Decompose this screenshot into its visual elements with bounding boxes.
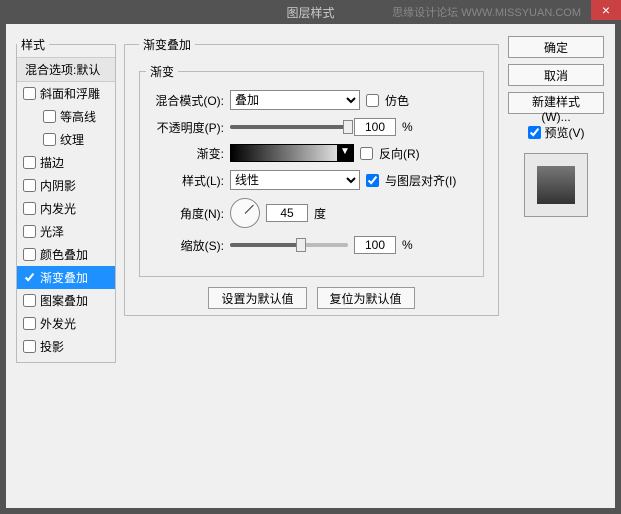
style-item[interactable]: 渐变叠加 bbox=[17, 266, 115, 289]
style-label: 样式(L): bbox=[146, 172, 224, 189]
angle-label: 角度(N): bbox=[146, 205, 224, 222]
reset-default-button[interactable]: 复位为默认值 bbox=[317, 287, 415, 309]
close-button[interactable]: × bbox=[591, 0, 621, 20]
style-item[interactable]: 内阴影 bbox=[17, 174, 115, 197]
style-item[interactable]: 颜色叠加 bbox=[17, 243, 115, 266]
gradient-picker[interactable]: ▼ bbox=[230, 144, 354, 162]
styles-fieldset: 样式 混合选项:默认 斜面和浮雕等高线纹理描边内阴影内发光光泽颜色叠加渐变叠加图… bbox=[16, 36, 116, 363]
preview-inner bbox=[537, 166, 575, 204]
align-checkbox[interactable] bbox=[366, 174, 379, 187]
watermark-text: 思缘设计论坛 WWW.MISSYUAN.COM bbox=[392, 4, 581, 20]
scale-label: 缩放(S): bbox=[146, 237, 224, 254]
opacity-input[interactable] bbox=[354, 118, 396, 136]
opacity-slider[interactable] bbox=[230, 125, 348, 129]
style-item-checkbox[interactable] bbox=[43, 133, 56, 146]
style-item[interactable]: 斜面和浮雕 bbox=[17, 82, 115, 105]
style-select[interactable]: 线性 bbox=[230, 170, 360, 190]
scale-slider[interactable] bbox=[230, 243, 348, 247]
blend-mode-label: 混合模式(O): bbox=[146, 92, 224, 109]
style-item-checkbox[interactable] bbox=[23, 340, 36, 353]
action-panel: 确定 取消 新建样式(W)... 预览(V) bbox=[507, 36, 605, 496]
style-item-label: 内发光 bbox=[40, 200, 76, 217]
reverse-checkbox[interactable] bbox=[360, 147, 373, 160]
dialog-body: 样式 混合选项:默认 斜面和浮雕等高线纹理描边内阴影内发光光泽颜色叠加渐变叠加图… bbox=[6, 24, 615, 508]
set-default-button[interactable]: 设置为默认值 bbox=[208, 287, 306, 309]
style-item-checkbox[interactable] bbox=[23, 248, 36, 261]
opacity-label: 不透明度(P): bbox=[146, 119, 224, 136]
preview-checkbox[interactable] bbox=[528, 126, 541, 139]
style-item-label: 光泽 bbox=[40, 223, 64, 240]
preview-label: 预览(V) bbox=[545, 124, 585, 141]
style-item-label: 投影 bbox=[40, 338, 64, 355]
gradient-fieldset: 渐变 混合模式(O): 叠加 仿色 不透明度(P): % 渐变: ▼ bbox=[139, 63, 484, 277]
scale-unit: % bbox=[402, 238, 413, 252]
style-item-label: 颜色叠加 bbox=[40, 246, 88, 263]
opacity-unit: % bbox=[402, 120, 413, 134]
style-item-label: 外发光 bbox=[40, 315, 76, 332]
blend-options-row[interactable]: 混合选项:默认 bbox=[17, 57, 115, 81]
style-item-checkbox[interactable] bbox=[23, 271, 36, 284]
style-item[interactable]: 描边 bbox=[17, 151, 115, 174]
style-item[interactable]: 光泽 bbox=[17, 220, 115, 243]
style-item-label: 纹理 bbox=[60, 131, 84, 148]
style-item-label: 斜面和浮雕 bbox=[40, 85, 100, 102]
align-label: 与图层对齐(I) bbox=[385, 172, 456, 189]
gradient-legend: 渐变 bbox=[146, 63, 178, 80]
dialog-title: 图层样式 bbox=[286, 4, 334, 21]
chevron-down-icon[interactable]: ▼ bbox=[337, 145, 353, 161]
dither-checkbox[interactable] bbox=[366, 94, 379, 107]
gradient-overlay-fieldset: 渐变叠加 渐变 混合模式(O): 叠加 仿色 不透明度(P): % 渐变: bbox=[124, 36, 499, 316]
style-item-checkbox[interactable] bbox=[23, 294, 36, 307]
styles-list: 斜面和浮雕等高线纹理描边内阴影内发光光泽颜色叠加渐变叠加图案叠加外发光投影 bbox=[17, 81, 115, 358]
style-item-label: 渐变叠加 bbox=[40, 269, 88, 286]
style-item-checkbox[interactable] bbox=[23, 87, 36, 100]
gradient-label: 渐变: bbox=[146, 145, 224, 162]
cancel-button[interactable]: 取消 bbox=[508, 64, 604, 86]
style-item[interactable]: 外发光 bbox=[17, 312, 115, 335]
style-item[interactable]: 投影 bbox=[17, 335, 115, 358]
style-item-checkbox[interactable] bbox=[23, 179, 36, 192]
style-item[interactable]: 等高线 bbox=[17, 105, 115, 128]
angle-dial[interactable] bbox=[230, 198, 260, 228]
reverse-label: 反向(R) bbox=[379, 145, 420, 162]
style-item-label: 描边 bbox=[40, 154, 64, 171]
angle-unit: 度 bbox=[314, 205, 326, 222]
styles-legend: 样式 bbox=[17, 36, 49, 53]
style-item[interactable]: 图案叠加 bbox=[17, 289, 115, 312]
style-item-checkbox[interactable] bbox=[43, 110, 56, 123]
styles-panel: 样式 混合选项:默认 斜面和浮雕等高线纹理描边内阴影内发光光泽颜色叠加渐变叠加图… bbox=[16, 36, 116, 496]
preview-swatch bbox=[524, 153, 588, 217]
new-style-button[interactable]: 新建样式(W)... bbox=[508, 92, 604, 114]
blend-mode-select[interactable]: 叠加 bbox=[230, 90, 360, 110]
dither-label: 仿色 bbox=[385, 92, 409, 109]
style-item-checkbox[interactable] bbox=[23, 156, 36, 169]
style-item-checkbox[interactable] bbox=[23, 202, 36, 215]
style-item[interactable]: 纹理 bbox=[17, 128, 115, 151]
style-item-label: 等高线 bbox=[60, 108, 96, 125]
settings-panel: 渐变叠加 渐变 混合模式(O): 叠加 仿色 不透明度(P): % 渐变: bbox=[124, 36, 499, 496]
style-item-label: 内阴影 bbox=[40, 177, 76, 194]
title-bar: 图层样式 思缘设计论坛 WWW.MISSYUAN.COM × bbox=[0, 0, 621, 24]
gradient-overlay-legend: 渐变叠加 bbox=[139, 36, 195, 53]
angle-input[interactable] bbox=[266, 204, 308, 222]
style-item-checkbox[interactable] bbox=[23, 317, 36, 330]
scale-input[interactable] bbox=[354, 236, 396, 254]
style-item[interactable]: 内发光 bbox=[17, 197, 115, 220]
style-item-checkbox[interactable] bbox=[23, 225, 36, 238]
ok-button[interactable]: 确定 bbox=[508, 36, 604, 58]
style-item-label: 图案叠加 bbox=[40, 292, 88, 309]
